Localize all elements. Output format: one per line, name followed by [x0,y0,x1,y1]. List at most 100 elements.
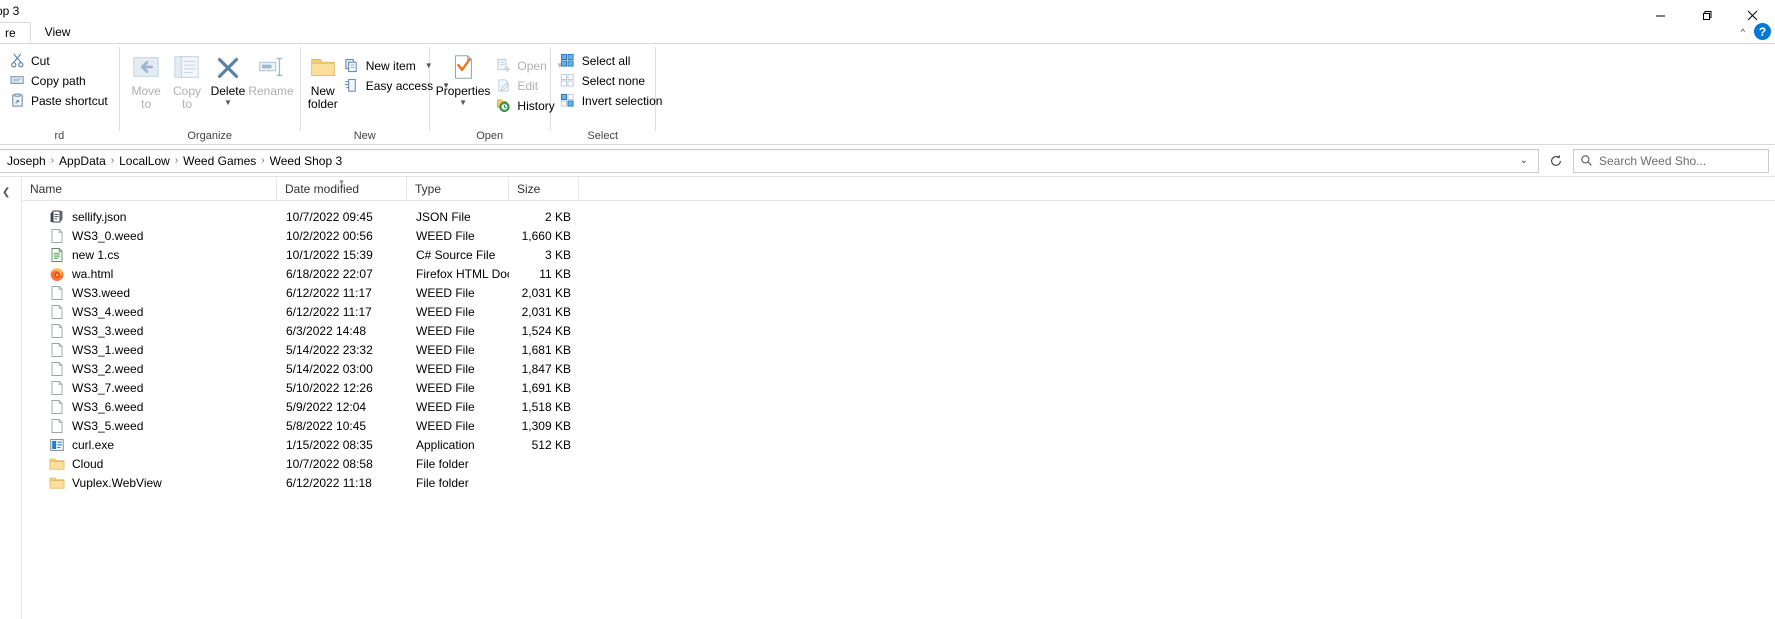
table-row[interactable]: Cloud 10/7/2022 08:58 File folder [22,454,1775,473]
paste-shortcut-label: Paste shortcut [31,93,108,108]
breadcrumb-bar[interactable]: Joseph › AppData › LocalLow › Weed Games… [0,148,1539,173]
select-none-button[interactable]: Select none [557,71,668,90]
file-date-cell: 10/7/2022 08:58 [286,456,373,471]
file-name-cell[interactable]: WS3_0.weed [22,228,277,244]
blank-file-icon [49,380,65,396]
file-name-cell[interactable]: new 1.cs [22,247,277,263]
breadcrumb: Joseph › AppData › LocalLow › Weed Games… [3,152,1512,170]
select-all-button[interactable]: Select all [557,51,668,70]
table-row[interactable]: WS3_1.weed 5/14/2022 23:32 WEED File 1,681 … [22,340,1775,359]
group-label-organize: Organize [187,130,233,142]
copy-path-label: Copy path [31,73,86,88]
breadcrumb-item-weed-games[interactable]: Weed Games [179,152,260,170]
sort-ascending-icon: ▾ [339,177,344,187]
table-row[interactable]: new 1.cs 10/1/2022 15:39 C# Source File 3 K… [22,245,1775,264]
breadcrumb-dropdown-icon[interactable]: ⌄ [1512,155,1536,166]
collapse-ribbon-icon[interactable]: ^ [1738,27,1748,37]
rename-button[interactable]: Rename [248,48,294,98]
file-name-cell[interactable]: Vuplex.WebView [22,475,277,491]
table-row[interactable]: WS3_4.weed 6/12/2022 11:17 WEED File 2,031 … [22,302,1775,321]
group-label-new: New [353,130,376,142]
select-none-label: Select none [581,73,646,88]
table-row[interactable]: WS3_6.weed 5/9/2022 12:04 WEED File 1,518 K… [22,397,1775,416]
delete-dropdown-icon[interactable]: ▼ [224,99,232,107]
navigation-pane[interactable]: ❮ [0,177,22,619]
column-header-size[interactable]: Size [509,177,579,201]
table-row[interactable]: WS3_5.weed 5/8/2022 10:45 WEED File 1,309 K… [22,416,1775,435]
refresh-button[interactable] [1543,149,1569,173]
file-name-cell[interactable]: wa.html [22,266,277,282]
file-date-cell: 6/12/2022 11:17 [286,304,372,319]
new-folder-button[interactable]: New folder [307,48,339,111]
file-name-label: Cloud [72,456,104,471]
easy-access-icon [344,78,360,94]
edit-label: Edit [517,78,539,93]
ribbon-group-clipboard: Cut Copy path Paste shortcut rd [0,44,119,145]
tab-strip-right-controls: ^ ? [1738,23,1771,40]
file-name-cell[interactable]: Cloud [22,456,277,472]
table-row[interactable]: Vuplex.WebView 6/12/2022 11:18 File folder [22,473,1775,492]
properties-button[interactable]: Properties ▼ [436,48,490,107]
table-row[interactable]: wa.html 6/18/2022 22:07 Firefox HTML Doc..… [22,264,1775,283]
file-type-cell: Firefox HTML Doc... [416,266,509,281]
file-name-cell[interactable]: WS3_5.weed [22,418,277,434]
file-name-cell[interactable]: WS3_3.weed [22,323,277,339]
move-to-label2: to [141,97,152,111]
table-row[interactable]: WS3_3.weed 6/3/2022 14:48 WEED File 1,524 K… [22,321,1775,340]
table-row[interactable]: curl.exe 1/15/2022 08:35 Application 512 KB [22,435,1775,454]
nav-pane-chevron-icon[interactable]: ❮ [2,187,10,198]
breadcrumb-item-weed-shop-3[interactable]: Weed Shop 3 [266,152,347,170]
tab-view[interactable]: View [31,22,85,43]
file-name-cell[interactable]: WS3_7.weed [22,380,277,396]
file-name-label: WS3_3.weed [72,323,144,338]
rename-icon [255,51,287,83]
properties-icon [447,51,479,83]
copy-to-button[interactable]: Copy to [167,48,208,111]
file-name-label: WS3_1.weed [72,342,144,357]
file-size-cell: 1,518 KB [521,399,571,414]
select-all-icon [560,53,576,69]
file-name-cell[interactable]: WS3_2.weed [22,361,277,377]
file-size-cell: 1,847 KB [521,361,571,376]
column-header-type[interactable]: Type [407,177,509,201]
file-name-cell[interactable]: curl.exe [22,437,277,453]
file-type-cell: WEED File [416,418,475,433]
search-box[interactable]: Search Weed Sho... [1573,148,1769,173]
file-type-cell: WEED File [416,285,475,300]
file-name-cell[interactable]: sellify.json [22,209,277,225]
table-row[interactable]: WS3.weed 6/12/2022 11:17 WEED File 2,031 KB [22,283,1775,302]
paste-shortcut-button[interactable]: Paste shortcut [6,91,113,110]
delete-button[interactable]: Delete ▼ [207,48,248,107]
file-date-cell: 5/8/2022 10:45 [286,418,367,433]
table-row[interactable]: WS3_7.weed 5/10/2022 12:26 WEED File 1,691 … [22,378,1775,397]
column-header-name[interactable]: Name [22,177,277,201]
breadcrumb-item-appdata[interactable]: AppData [55,152,110,170]
file-date-cell: 6/12/2022 11:17 [286,285,372,300]
column-header-date-modified[interactable]: ▾ Date modified [277,177,407,201]
table-row[interactable]: sellify.json 10/7/2022 09:45 JSON File 2 KB [22,207,1775,226]
file-name-cell[interactable]: WS3_1.weed [22,342,277,358]
help-icon[interactable]: ? [1754,23,1771,40]
copy-path-button[interactable]: Copy path [6,71,113,90]
file-name-cell[interactable]: WS3_4.weed [22,304,277,320]
move-to-button[interactable]: Move to [126,48,167,111]
file-type-cell: WEED File [416,228,475,243]
file-date-cell: 10/2/2022 00:56 [286,228,373,243]
file-size-cell: 1,309 KB [521,418,571,433]
table-row[interactable]: WS3_2.weed 5/14/2022 03:00 WEED File 1,847 … [22,359,1775,378]
file-name-cell[interactable]: WS3.weed [22,285,277,301]
cut-button[interactable]: Cut [6,51,113,70]
table-row[interactable]: WS3_0.weed 10/2/2022 00:56 WEED File 1,660 … [22,226,1775,245]
breadcrumb-item-joseph[interactable]: Joseph [3,152,50,170]
properties-dropdown-icon[interactable]: ▼ [459,99,467,107]
invert-selection-button[interactable]: Invert selection [557,91,668,110]
file-name-cell[interactable]: WS3_6.weed [22,399,277,415]
tab-share[interactable]: re [0,22,31,43]
file-name-label: new 1.cs [72,247,120,262]
new-item-label: New item [365,58,416,73]
blank-file-icon [49,285,65,301]
breadcrumb-item-locallow[interactable]: LocalLow [115,152,174,170]
search-input[interactable]: Search Weed Sho... [1599,154,1706,168]
paste-shortcut-icon [9,93,25,109]
file-type-cell: WEED File [416,399,475,414]
